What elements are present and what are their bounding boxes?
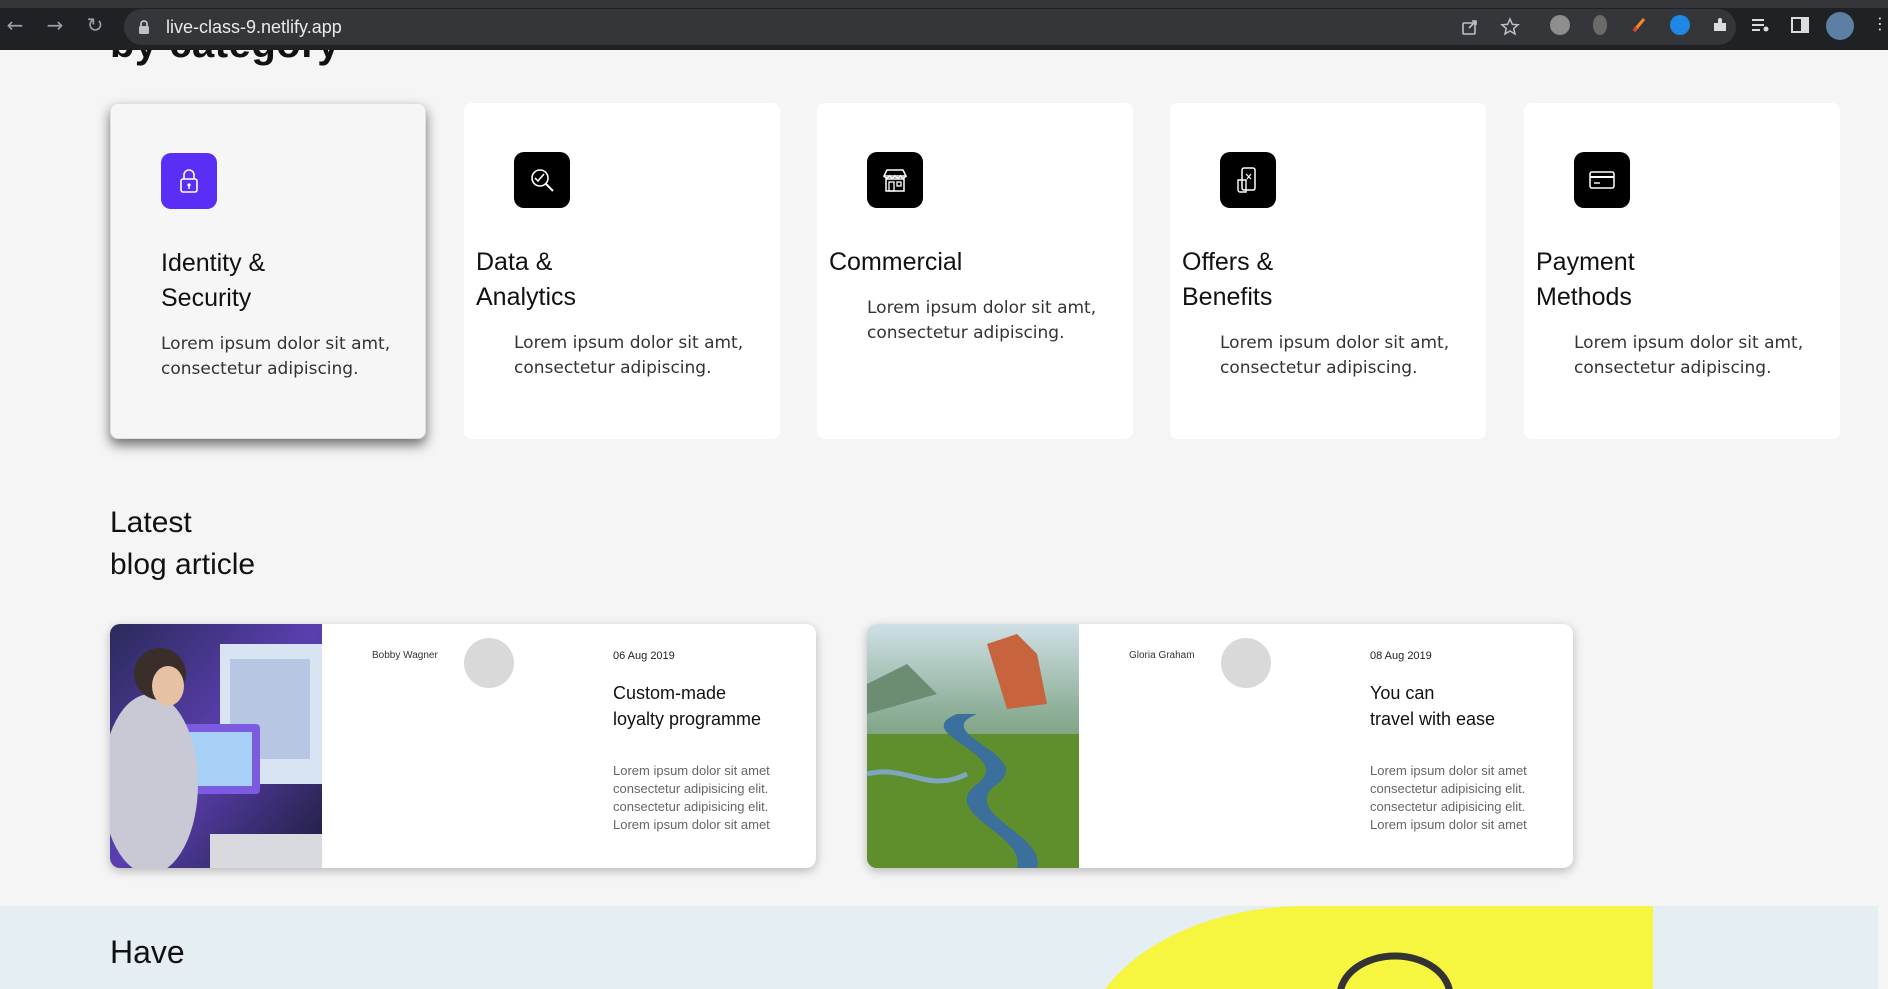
- category-description: Lorem ipsum dolor sit amt, consectetur a…: [1220, 333, 1450, 378]
- lock-icon: [139, 20, 149, 34]
- blog-card[interactable]: Bobby Wagner 06 Aug 2019 Custom-made loy…: [110, 624, 816, 868]
- diamond-extension-icon[interactable]: [1670, 15, 1690, 35]
- store-icon: [867, 152, 923, 208]
- avatar: [464, 638, 514, 688]
- blog-author: Gloria Graham: [1129, 650, 1195, 661]
- sidepanel-icon[interactable]: [1790, 15, 1810, 35]
- menu-dots-icon[interactable]: ⋮: [1872, 14, 1888, 33]
- media-icon[interactable]: [1750, 15, 1770, 35]
- category-description: Lorem ipsum dolor sit amt, consectetur a…: [1574, 333, 1804, 378]
- category-title: Offers & Benefits: [1182, 248, 1274, 311]
- blog-image: [110, 624, 322, 868]
- category-card-data-analytics[interactable]: Data & Analytics Lorem ipsum dolor sit a…: [464, 103, 780, 439]
- share-icon[interactable]: [1460, 17, 1480, 37]
- tab-strip: [0, 0, 1888, 8]
- page: by category Identity & Security Lorem ip…: [0, 50, 1888, 989]
- category-card-offers[interactable]: Offers & Benefits Lorem ipsum dolor sit …: [1170, 103, 1486, 439]
- section-title: by category: [110, 50, 340, 67]
- blog-title[interactable]: You can travel with ease: [1370, 680, 1560, 732]
- credit-card-icon: [1574, 152, 1630, 208]
- category-title: Commercial: [829, 248, 963, 276]
- category-card-identity[interactable]: Identity & Security Lorem ipsum dolor si…: [110, 103, 426, 439]
- decorative-shape: [1105, 906, 1653, 989]
- arrow-left-icon[interactable]: ←: [4, 14, 26, 36]
- reload-icon[interactable]: ↻: [84, 14, 106, 36]
- avatar[interactable]: [1826, 12, 1854, 40]
- blog-excerpt: Lorem ipsum dolor sit amet consectetur a…: [1370, 763, 1527, 832]
- blog-date: 08 Aug 2019: [1370, 650, 1432, 662]
- arrow-right-icon[interactable]: →: [44, 14, 66, 36]
- blog-excerpt: Lorem ipsum dolor sit amet consectetur a…: [613, 763, 770, 832]
- lock-icon: [161, 153, 217, 209]
- address-bar[interactable]: live-class-9.netlify.app: [124, 9, 1736, 45]
- mobile-offer-icon: [1220, 152, 1276, 208]
- category-title: Payment Methods: [1536, 248, 1635, 311]
- category-description: Lorem ipsum dolor sit amt, consectetur a…: [867, 298, 1097, 343]
- category-card-commercial[interactable]: Commercial Lorem ipsum dolor sit amt, co…: [817, 103, 1133, 439]
- browser-toolbar: ← → ↻ live-class-9.netlify.app ⋮: [0, 0, 1888, 50]
- avatar: [1221, 638, 1271, 688]
- blog-author: Bobby Wagner: [372, 650, 438, 661]
- contact-heading: Have: [110, 934, 185, 970]
- globe-extension-icon[interactable]: [1550, 15, 1570, 35]
- url-text[interactable]: live-class-9.netlify.app: [166, 17, 342, 38]
- extension-icon[interactable]: [1593, 15, 1607, 35]
- pen-extension-icon[interactable]: [1630, 15, 1650, 35]
- category-card-payment[interactable]: Payment Methods Lorem ipsum dolor sit am…: [1524, 103, 1840, 439]
- blog-date: 06 Aug 2019: [613, 650, 675, 662]
- blog-card[interactable]: Gloria Graham 08 Aug 2019 You can travel…: [867, 624, 1573, 868]
- category-description: Lorem ipsum dolor sit amt, consectetur a…: [514, 333, 744, 378]
- star-icon[interactable]: [1500, 17, 1520, 37]
- category-title: Data & Analytics: [476, 248, 577, 311]
- blog-title[interactable]: Custom-made loyalty programme: [613, 680, 803, 732]
- puzzle-icon[interactable]: [1710, 15, 1730, 35]
- blog-image: [867, 624, 1079, 868]
- category-title: Identity & Security: [161, 249, 266, 312]
- category-description: Lorem ipsum dolor sit amt, consectetur a…: [161, 334, 391, 379]
- analytics-search-icon: [514, 152, 570, 208]
- blog-section-title: Latest blog article: [110, 506, 256, 581]
